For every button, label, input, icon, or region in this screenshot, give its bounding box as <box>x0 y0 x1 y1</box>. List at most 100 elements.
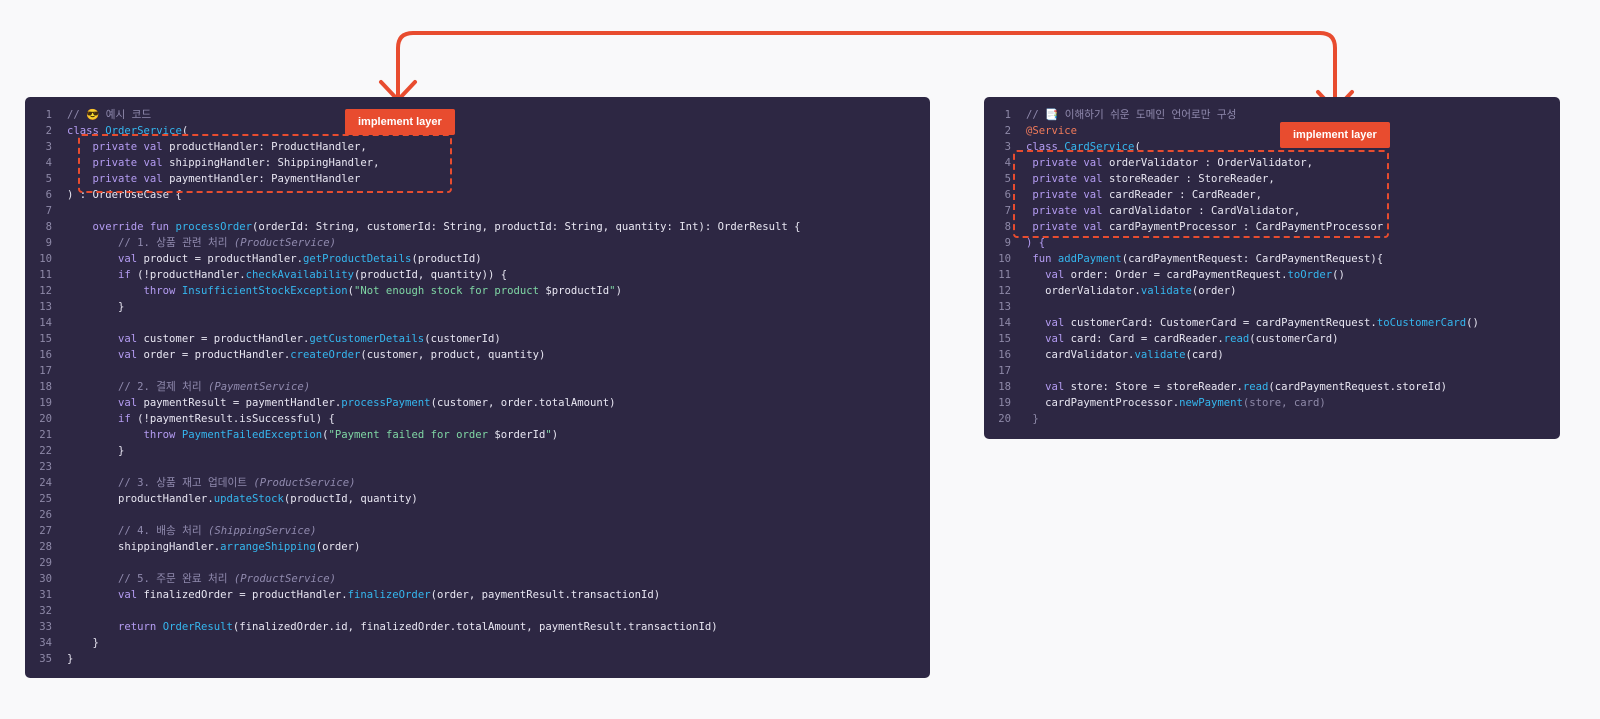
line-number: 17 <box>998 365 1011 377</box>
code-text: override fun processOrder(orderId: Strin… <box>67 219 801 235</box>
code-text: @Service <box>1026 123 1077 139</box>
line-number: 5 <box>1004 173 1011 185</box>
code-line: 10 fun addPayment(cardPaymentRequest: Ca… <box>984 251 1560 267</box>
code-text: val card: Card = cardReader.read(custome… <box>1026 331 1339 347</box>
code-token: (customerCard) <box>1249 333 1339 345</box>
code-token: InsufficientStockException <box>181 285 348 297</box>
code-line: 15 val card: Card = cardReader.read(cust… <box>984 331 1560 347</box>
code-line: 9 // 1. 상품 관련 처리 (ProductService) <box>25 235 930 251</box>
code-token: // 😎 예시 코드 <box>67 109 152 121</box>
code-token: return <box>118 621 163 633</box>
code-token: toCustomerCard <box>1376 317 1467 329</box>
line-number: 7 <box>1004 205 1011 217</box>
code-text: val order: Order = cardPaymentRequest.to… <box>1026 267 1345 283</box>
code-text: if (!paymentResult.isSuccessful) { <box>67 411 335 427</box>
code-text: shippingHandler.arrangeShipping(order) <box>67 539 360 555</box>
code-line: 31 val finalizedOrder = productHandler.f… <box>25 587 930 603</box>
code-line: 22 } <box>25 443 930 459</box>
code-line: 20 if (!paymentResult.isSuccessful) { <box>25 411 930 427</box>
code-token: (PaymentService) <box>208 381 311 393</box>
line-number: 2 <box>45 125 52 137</box>
code-text: // 4. 배송 처리 (ShippingService) <box>67 523 316 539</box>
code-token: (orderId: String, customerId: String, pr… <box>251 221 801 233</box>
code-line: 28 shippingHandler.arrangeShipping(order… <box>25 539 930 555</box>
code-token: // 1. 상품 관련 처리 <box>118 237 234 249</box>
code-line: 17 <box>984 363 1560 379</box>
line-number: 19 <box>39 397 52 409</box>
right-implement-layer-box <box>1013 150 1389 238</box>
code-line: 30 // 5. 주문 완료 처리 (ProductService) <box>25 571 930 587</box>
code-token: toOrder <box>1287 269 1333 281</box>
line-number: 4 <box>45 157 52 169</box>
code-line: 7 <box>25 203 930 219</box>
code-line: 16 cardValidator.validate(card) <box>984 347 1560 363</box>
code-text: val customer = productHandler.getCustome… <box>67 331 501 347</box>
code-token: "Not enough stock for product <box>354 285 546 297</box>
line-number: 30 <box>39 573 52 585</box>
code-line: 27 // 4. 배송 처리 (ShippingService) <box>25 523 930 539</box>
code-line: 13 <box>984 299 1560 315</box>
code-token: paymentResult = paymentHandler. <box>143 397 342 409</box>
line-number: 23 <box>39 461 52 473</box>
line-number: 4 <box>1004 157 1011 169</box>
code-text: // 📑 이해하기 쉬운 도메인 언어로만 구성 <box>1026 107 1236 123</box>
code-token: val <box>118 333 144 345</box>
code-token: validate <box>1134 349 1186 361</box>
code-line: 14 val customerCard: CustomerCard = card… <box>984 315 1560 331</box>
code-token: () <box>1332 269 1345 281</box>
code-line: 26 <box>25 507 930 523</box>
code-token: val <box>1045 269 1071 281</box>
line-number: 27 <box>39 525 52 537</box>
line-number: 28 <box>39 541 52 553</box>
code-token: (productId, quantity) <box>283 493 418 505</box>
line-number: 21 <box>39 429 52 441</box>
code-token: () <box>1466 317 1479 329</box>
line-number: 35 <box>39 653 52 665</box>
code-token: (cardPaymentRequest: CardPaymentRequest)… <box>1121 253 1384 265</box>
code-token: fun <box>1032 253 1058 265</box>
code-token: orderValidator. <box>1026 285 1141 297</box>
code-line: 8 override fun processOrder(orderId: Str… <box>25 219 930 235</box>
line-number: 12 <box>998 285 1011 297</box>
line-number: 18 <box>39 381 52 393</box>
line-number: 14 <box>998 317 1011 329</box>
code-token: productHandler. <box>67 493 214 505</box>
code-token: customer = productHandler. <box>143 333 310 345</box>
code-token: val <box>118 253 144 265</box>
code-token: if <box>118 413 138 425</box>
code-text: } <box>67 299 124 315</box>
code-line: 12 throw InsufficientStockException("Not… <box>25 283 930 299</box>
code-text: } <box>67 635 99 651</box>
code-token: store: Store = storeReader. <box>1070 381 1243 393</box>
code-token: ) <box>551 429 559 441</box>
code-token: (!productHandler. <box>137 269 246 281</box>
code-token: (!paymentResult.isSuccessful) { <box>137 413 335 425</box>
line-number: 15 <box>998 333 1011 345</box>
code-text: return OrderResult(finalizedOrder.id, fi… <box>67 619 718 635</box>
line-number: 10 <box>39 253 52 265</box>
line-number: 5 <box>45 173 52 185</box>
code-token: (ProductService) <box>233 573 336 585</box>
line-number: 2 <box>1004 125 1011 137</box>
code-token: (order) <box>315 541 361 553</box>
code-token: val <box>1045 333 1071 345</box>
code-text: // 5. 주문 완료 처리 (ProductService) <box>67 571 336 587</box>
code-text: // 3. 상품 재고 업데이트 (ProductService) <box>67 475 355 491</box>
code-token: (productId, quantity)) { <box>354 269 508 281</box>
code-token: $orderId <box>494 429 546 441</box>
code-token: order = productHandler. <box>143 349 291 361</box>
code-token: processOrder <box>175 221 252 233</box>
line-number: 13 <box>39 301 52 313</box>
code-line: 18 // 2. 결제 처리 (PaymentService) <box>25 379 930 395</box>
code-line: 19 cardPaymentProcessor.newPayment(store… <box>984 395 1560 411</box>
code-token: finalizedOrder = productHandler. <box>143 589 348 601</box>
